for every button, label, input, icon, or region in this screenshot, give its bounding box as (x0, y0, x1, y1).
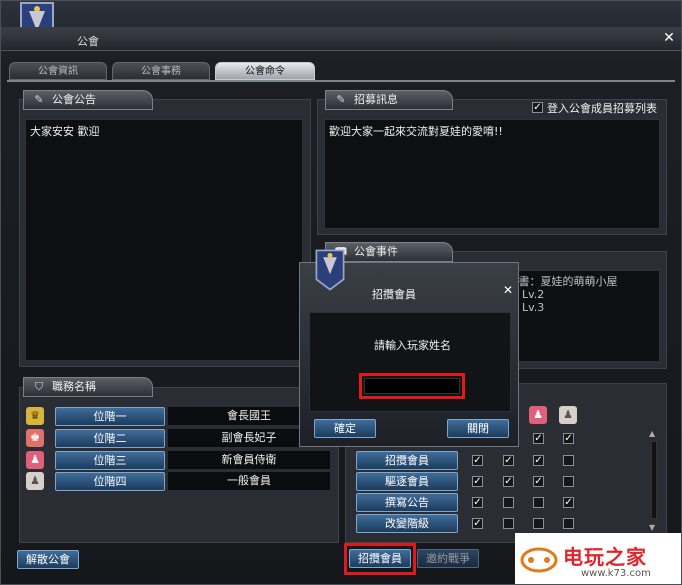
rank4-icon: ♟ (26, 472, 44, 490)
perm-checkbox[interactable]: ✓ (533, 476, 544, 487)
rank-4-name[interactable]: 一般會員 (168, 472, 330, 490)
crown-icon: ♛ (26, 407, 44, 425)
title-bar[interactable] (1, 27, 681, 51)
shield-icon: ⛉ (34, 380, 44, 393)
perm-checkbox[interactable] (563, 476, 574, 487)
gamepad-logo-icon (519, 538, 559, 578)
announcement-text-area[interactable]: 大家安安 歡迎 (25, 119, 303, 361)
perm-write-notice-button[interactable]: 撰寫公告 (356, 493, 458, 512)
perm-checkbox[interactable] (533, 518, 544, 529)
recruit-header: ✎ 招募訊息 (325, 90, 453, 110)
guild-window: 公會 ✕ 公會資訊 公會事務 公會命令 ✎ 公會公告 大家安安 歡迎 ✎ 招募訊… (0, 0, 682, 585)
rank3-icon: ♟ (529, 406, 547, 424)
rank-1-button[interactable]: 位階一 (55, 407, 165, 426)
perm-checkbox[interactable] (533, 497, 544, 508)
permissions-scrollbar[interactable] (651, 441, 657, 519)
tab-divider (7, 80, 675, 82)
perm-checkbox[interactable]: ✓ (472, 455, 483, 466)
rank-3-name[interactable]: 新會員侍衛 (168, 451, 330, 469)
recruit-header-label: 招募訊息 (354, 93, 398, 106)
rank-2-button[interactable]: 位階二 (55, 429, 165, 448)
perm-checkbox[interactable]: ✓ (472, 497, 483, 508)
dialog-title: 招攬會員 (372, 288, 416, 301)
perm-checkbox[interactable] (503, 497, 514, 508)
confirm-button[interactable]: 確定 (314, 419, 376, 438)
close-icon[interactable]: ✕ (661, 30, 677, 46)
perm-checkbox[interactable]: ✓ (563, 497, 574, 508)
dialog-close-button[interactable]: 關閉 (447, 419, 509, 438)
scroll-up-icon[interactable]: ▲ (649, 429, 659, 438)
recruit-member-button[interactable]: 招攬會員 (349, 549, 411, 568)
perm-top-checkbox[interactable]: ✓ (563, 433, 574, 444)
rank-3-button[interactable]: 位階三 (55, 451, 165, 470)
ranks-header-label: 職務名稱 (52, 380, 96, 393)
perm-checkbox[interactable]: ✓ (533, 455, 544, 466)
announcement-header: ✎ 公會公告 (23, 90, 153, 110)
player-name-input[interactable] (364, 378, 460, 394)
war-invite-button[interactable]: 邀約戰爭 (417, 549, 479, 568)
perm-checkbox[interactable]: ✓ (472, 476, 483, 487)
ranks-header: ⛉ 職務名稱 (23, 377, 153, 397)
perm-checkbox[interactable] (563, 455, 574, 466)
perm-checkbox[interactable] (563, 518, 574, 529)
recruit-text: 歡迎大家一起來交流對夏娃的愛唷!! (329, 125, 503, 138)
events-header-label: 公會事件 (354, 245, 398, 258)
guild-emblem-icon (313, 247, 347, 293)
tab-guild-info[interactable]: 公會資訊 (9, 62, 107, 80)
disband-guild-button[interactable]: 解散公會 (17, 550, 79, 569)
perm-checkbox[interactable] (503, 518, 514, 529)
window-title: 公會 (77, 35, 99, 48)
tab-guild-affairs[interactable]: 公會事務 (112, 62, 210, 80)
perm-checkbox[interactable]: ✓ (503, 455, 514, 466)
recruit-list-label: 登入公會成員招募列表 (547, 102, 657, 115)
announcement-header-label: 公會公告 (52, 93, 96, 106)
watermark-url: www.k73.com (581, 568, 651, 579)
rank3-icon: ♟ (26, 451, 44, 469)
perm-change-rank-button[interactable]: 改變階級 (356, 514, 458, 533)
dialog-prompt: 請輸入玩家姓名 (374, 339, 451, 352)
rank-4-button[interactable]: 位階四 (55, 472, 165, 491)
perm-checkbox[interactable]: ✓ (472, 518, 483, 529)
scroll-down-icon[interactable]: ▼ (649, 523, 659, 532)
tab-guild-commands[interactable]: 公會命令 (215, 62, 315, 80)
recruit-text-area[interactable]: 歡迎大家一起來交流對夏娃的愛唷!! (324, 119, 660, 229)
dialog-close-icon[interactable]: ✕ (501, 283, 515, 297)
perm-checkbox[interactable]: ✓ (503, 476, 514, 487)
perm-expel-button[interactable]: 驅逐會員 (356, 472, 458, 491)
perm-top-checkbox[interactable]: ✓ (533, 433, 544, 444)
perm-recruit-button[interactable]: 招攬會員 (356, 451, 458, 470)
rank4-icon: ♟ (559, 406, 577, 424)
quill-icon: ✎ (34, 93, 44, 106)
rank2-icon: ♚ (26, 429, 44, 447)
watermark-brand: 电玩之家 (563, 545, 647, 569)
recruit-list-checkbox[interactable]: ✓ (532, 102, 543, 113)
quill-icon: ✎ (336, 93, 346, 106)
announcement-text: 大家安安 歡迎 (30, 125, 100, 138)
